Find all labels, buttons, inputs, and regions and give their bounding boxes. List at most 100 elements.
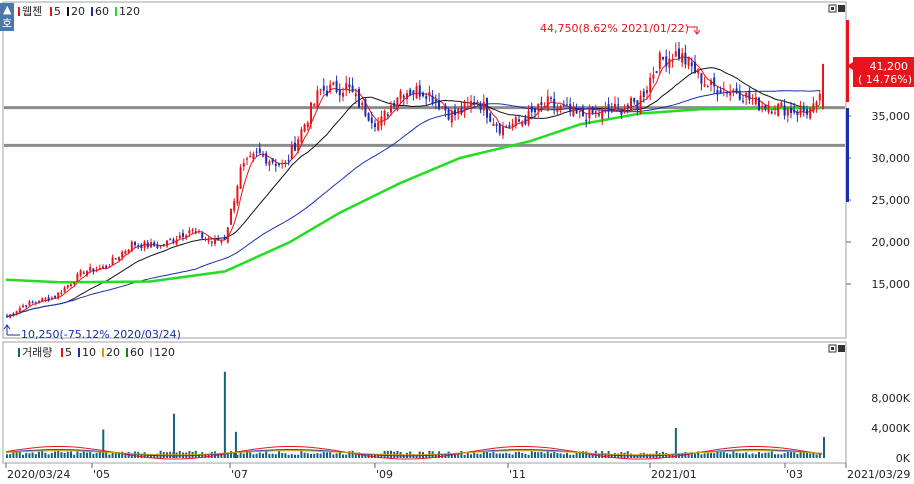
candle-body [758, 97, 760, 111]
candle-body [140, 244, 143, 248]
svg-text:▲: ▲ [3, 3, 12, 16]
high-annotation-label: 44,750(8.62% 2021/01/22) [540, 22, 689, 35]
volume-bar [92, 453, 95, 458]
current-price-badge: 41,200 ( 14.76%) [847, 57, 914, 87]
volume-bar [258, 452, 261, 458]
volume-bar [66, 451, 69, 458]
volume-bar [9, 454, 12, 458]
candle-body [546, 96, 549, 110]
volume-bar [748, 454, 751, 458]
candle-body [348, 84, 351, 88]
volume-bar [73, 454, 76, 458]
candle-body [108, 266, 111, 268]
volume-bar [812, 453, 815, 458]
candle-body [162, 244, 165, 246]
volume-spike [173, 413, 176, 458]
volume-bar [290, 454, 293, 458]
volume-bar [300, 450, 303, 458]
candle-body [438, 99, 440, 110]
volume-bar [713, 453, 716, 458]
volume-bar [249, 452, 252, 458]
price-tick-label: 25,000 [872, 194, 911, 207]
candle-body [569, 103, 572, 112]
volume-bar [710, 452, 712, 458]
volume-bar [284, 453, 287, 458]
candle-body [626, 104, 629, 107]
volume-bar [498, 453, 501, 458]
candle-body [274, 163, 277, 166]
candle-body [294, 142, 296, 151]
candle-body [332, 82, 335, 85]
chart-canvas: ▲ 호 웹젠 5 20 60 120 거래량 5 10 20 60 120 35,000 30,00… [0, 1, 914, 481]
stock-toggle-icon[interactable]: ▲ 호 [0, 3, 14, 31]
candle-body [166, 240, 168, 247]
candle-body [210, 241, 213, 243]
candle-body [233, 201, 236, 211]
volume-bar [470, 454, 472, 458]
candle-body [86, 271, 88, 276]
candle-body [223, 237, 226, 240]
volume-bar [274, 454, 277, 458]
candle-body [681, 53, 684, 63]
candle-body [719, 89, 722, 94]
candle-body [338, 89, 341, 96]
candle-body [265, 153, 268, 164]
svg-text:호: 호 [2, 17, 12, 30]
legend-swatch [115, 7, 117, 16]
volume-bar [38, 451, 40, 458]
volume-bar [281, 453, 284, 458]
candle-body [678, 48, 680, 59]
legend-swatch [67, 7, 69, 16]
volume-bar [716, 451, 719, 458]
candle-body [121, 252, 124, 258]
candle-body [143, 241, 146, 249]
candle-body [54, 296, 56, 298]
candle-body [463, 101, 466, 112]
legend-label: 120 [119, 5, 140, 18]
candle-body [431, 95, 434, 104]
candle-body [239, 167, 242, 189]
x-tick-label: 2021/01 [651, 468, 697, 480]
candle-body [476, 101, 479, 104]
stock-chart: ▲ 호 웹젠 5 20 60 120 거래량 5 10 20 60 120 35,000 30,00… [0, 0, 914, 481]
volume-bar [553, 451, 556, 458]
volume-bar [521, 453, 524, 458]
volume-bar [108, 454, 111, 458]
volume-bar [460, 451, 463, 458]
volume-bar [735, 452, 738, 458]
candle-body [169, 239, 172, 241]
candle-body [50, 297, 53, 300]
volume-bar [754, 454, 757, 458]
candle-body [530, 106, 533, 112]
volume-bar [95, 452, 98, 458]
candle-body [316, 90, 319, 108]
candle-body [521, 121, 524, 126]
volume-bar [60, 452, 63, 458]
candle-body [361, 102, 364, 106]
legend-label: 120 [154, 346, 175, 359]
x-tick-label: '11 [509, 468, 526, 480]
candle-body [761, 106, 764, 108]
price-pane-close-icon[interactable] [838, 5, 845, 12]
volume-bar [495, 453, 498, 458]
candle-body [374, 123, 376, 127]
candle-body [588, 107, 591, 119]
candle-body [207, 240, 210, 242]
candle-body [793, 110, 796, 113]
legend-swatch [18, 348, 20, 357]
candle-body [105, 265, 108, 269]
volume-pane-close-icon[interactable] [838, 345, 845, 352]
candle-body [287, 159, 290, 161]
volume-bar [489, 452, 492, 458]
legend-swatch [50, 7, 52, 16]
candle-body [610, 108, 613, 112]
candle-body [124, 250, 127, 254]
legend-label: 60 [130, 346, 144, 359]
legend-swatch [78, 348, 80, 357]
volume-bar [774, 454, 776, 458]
candle-body [534, 108, 536, 113]
candle-body [806, 109, 808, 115]
candle-body [671, 60, 674, 62]
candle-body [809, 108, 812, 119]
candle-body [486, 97, 488, 118]
